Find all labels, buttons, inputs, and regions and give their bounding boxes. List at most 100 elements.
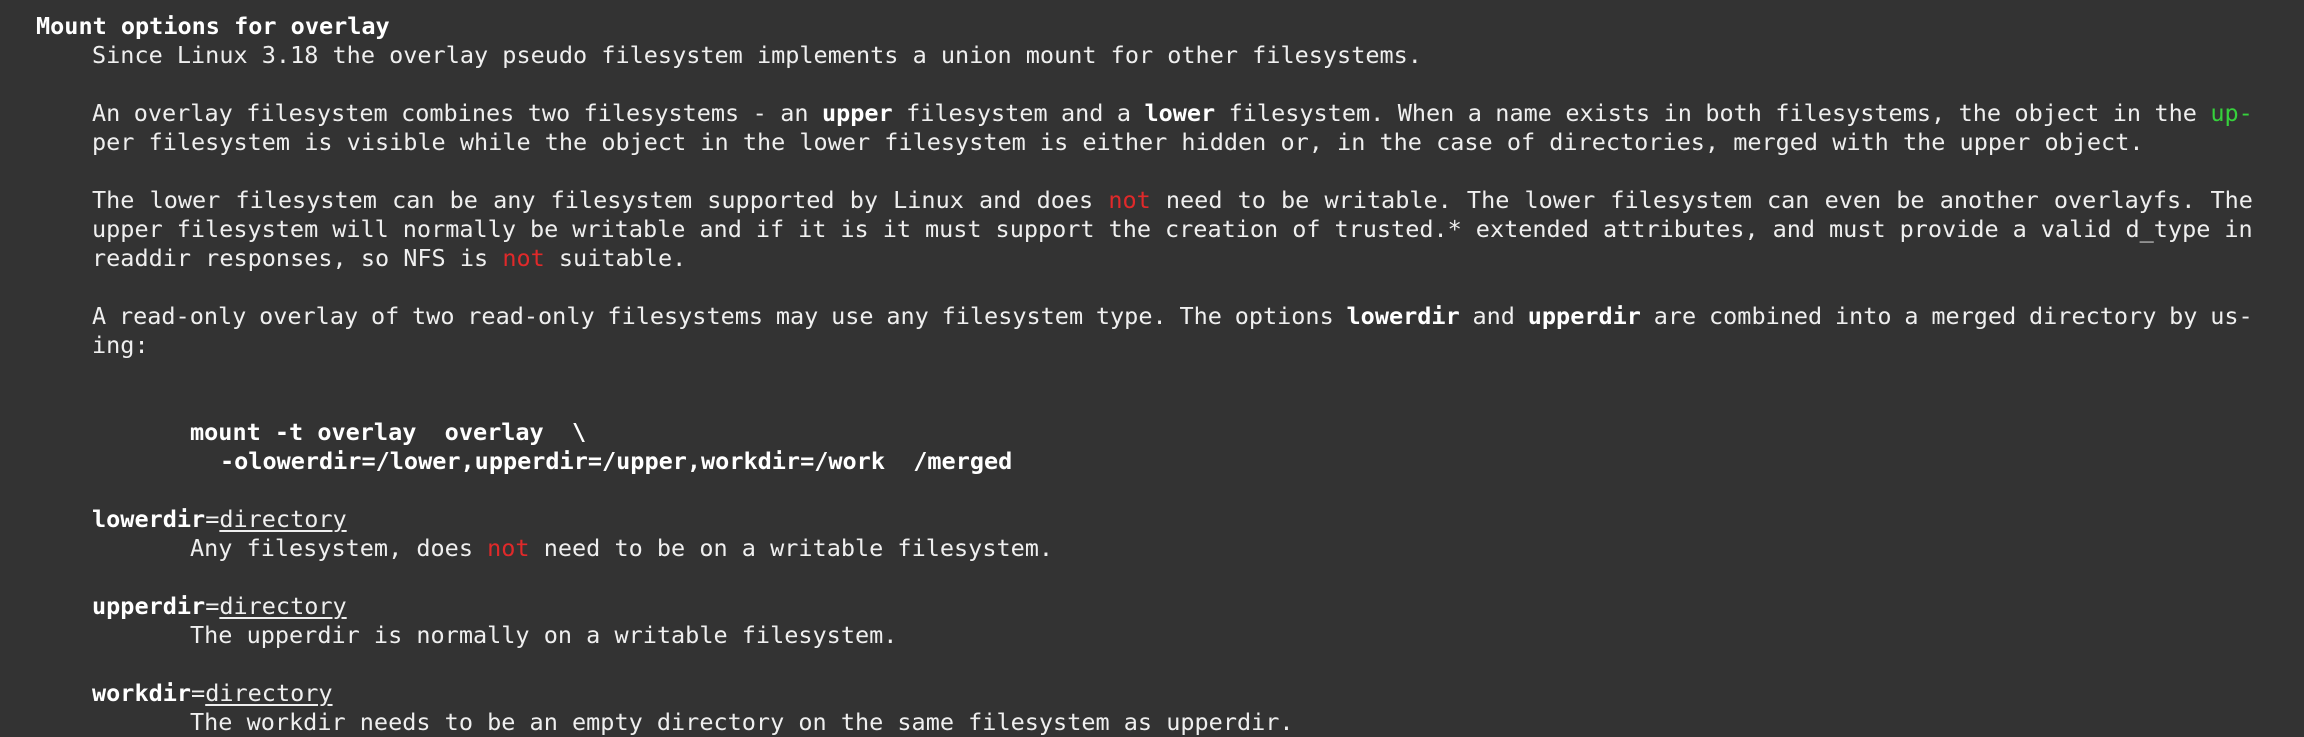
word: be xyxy=(529,215,559,243)
word: in xyxy=(2224,215,2253,243)
word: the xyxy=(1958,99,2002,127)
word: a xyxy=(1467,99,1482,127)
word: - xyxy=(752,99,767,127)
hyphenated-word-up: up- xyxy=(2210,99,2253,127)
word: writable. xyxy=(1324,186,1452,214)
option-equals: = xyxy=(191,679,206,707)
word: valid xyxy=(2040,215,2112,243)
word: trusted.* xyxy=(1334,215,1462,243)
word: filesystems xyxy=(607,302,764,330)
word: filesystem xyxy=(550,186,693,214)
word: are xyxy=(1653,302,1697,330)
word: may xyxy=(775,302,819,330)
option-upperdir: upperdir=directory xyxy=(36,592,2304,621)
paragraph-overlay-line-2: per filesystem is visible while the obje… xyxy=(92,128,2144,156)
word: directory xyxy=(2029,302,2157,330)
word: An xyxy=(92,99,121,127)
word: to xyxy=(1237,186,1266,214)
text: readdir responses, so NFS is xyxy=(92,244,503,272)
example-command-line-1: mount -t overlay overlay \ xyxy=(190,418,587,446)
word: need xyxy=(1165,186,1223,214)
word: attributes, xyxy=(1602,215,1759,243)
word: in xyxy=(1663,99,1692,127)
word: two xyxy=(527,99,571,127)
option-name: workdir xyxy=(92,679,192,707)
word: a xyxy=(1116,99,1132,127)
keyword-not: not xyxy=(502,244,545,272)
keyword-not: not xyxy=(487,534,530,562)
word: of xyxy=(370,302,400,330)
man-page-viewer: Mount options for overlay Since Linux 3.… xyxy=(36,12,2304,737)
word: options xyxy=(1234,302,1334,330)
word: another xyxy=(1939,186,2039,214)
word: even xyxy=(1824,186,1882,214)
section-title: Mount options for overlay xyxy=(36,12,390,40)
word: support xyxy=(995,215,1095,243)
word: us- xyxy=(2210,302,2253,330)
word: any xyxy=(886,302,929,330)
word: can xyxy=(392,186,435,214)
word: supported xyxy=(707,186,835,214)
word: into xyxy=(1834,302,1892,330)
keyword-not: not xyxy=(1108,186,1151,214)
paragraph-lower-line-3: readdir responses, so NFS is not suitabl… xyxy=(36,244,2304,273)
option-argument: directory xyxy=(219,505,347,533)
example-command-line-2: -olowerdir=/lower,upperdir=/upper,workdi… xyxy=(220,447,1013,475)
word: filesystem xyxy=(941,302,1084,330)
word: extended xyxy=(1475,215,1589,243)
word: d_type xyxy=(2125,215,2211,243)
word: The xyxy=(2210,186,2253,214)
word: merged xyxy=(1931,302,2017,330)
word: if xyxy=(755,215,785,243)
word: be xyxy=(449,186,478,214)
word: and xyxy=(979,186,1022,214)
word: A xyxy=(92,302,107,330)
word: upper xyxy=(92,215,163,243)
word: the xyxy=(1108,215,1152,243)
keyword-upperdir: upperdir xyxy=(1527,302,1641,330)
keyword-lower: lower xyxy=(1144,99,1216,127)
word: Linux xyxy=(893,186,964,214)
word: object xyxy=(2014,99,2100,127)
word: it xyxy=(798,215,827,243)
word: must xyxy=(924,215,982,243)
word: overlayfs. xyxy=(2053,186,2196,214)
word: and xyxy=(1472,302,1515,330)
word: filesystem xyxy=(246,99,388,127)
option-argument: directory xyxy=(205,679,333,707)
word: The xyxy=(1179,302,1222,330)
option-name: upperdir xyxy=(92,592,206,620)
word: filesystem xyxy=(235,186,377,214)
word: creation xyxy=(1165,215,1279,243)
text: need to be on a writable filesystem. xyxy=(529,534,1054,562)
word: it xyxy=(882,215,911,243)
word: normally xyxy=(402,215,516,243)
option-lowerdir-description: Any filesystem, does not need to be on a… xyxy=(36,534,2304,563)
paragraph-intro: Since Linux 3.18 the overlay pseudo file… xyxy=(92,41,1422,69)
word: filesystems, xyxy=(1775,99,1946,127)
paragraph-lower-line-2: upper filesystem will normally be writab… xyxy=(36,215,2253,244)
paragraph-readonly-line-2: ing: xyxy=(92,331,149,359)
word: combined xyxy=(1709,302,1823,330)
word: The xyxy=(1466,186,1510,214)
word: must xyxy=(1829,215,1886,243)
paragraph-readonly-line-1: A read-only overlay of two read-only fil… xyxy=(36,302,2253,331)
option-lowerdir: lowerdir=directory xyxy=(36,505,2304,534)
word: any xyxy=(493,186,536,214)
word: filesystem. xyxy=(1228,99,1385,127)
text: Any filesystem, does xyxy=(190,534,488,562)
word: in xyxy=(2112,99,2142,127)
word: a xyxy=(2012,215,2027,243)
word: and xyxy=(1772,215,1816,243)
word: name xyxy=(1495,99,1552,127)
word: be xyxy=(1281,186,1310,214)
word: can xyxy=(1766,186,1810,214)
word: by xyxy=(849,186,879,214)
